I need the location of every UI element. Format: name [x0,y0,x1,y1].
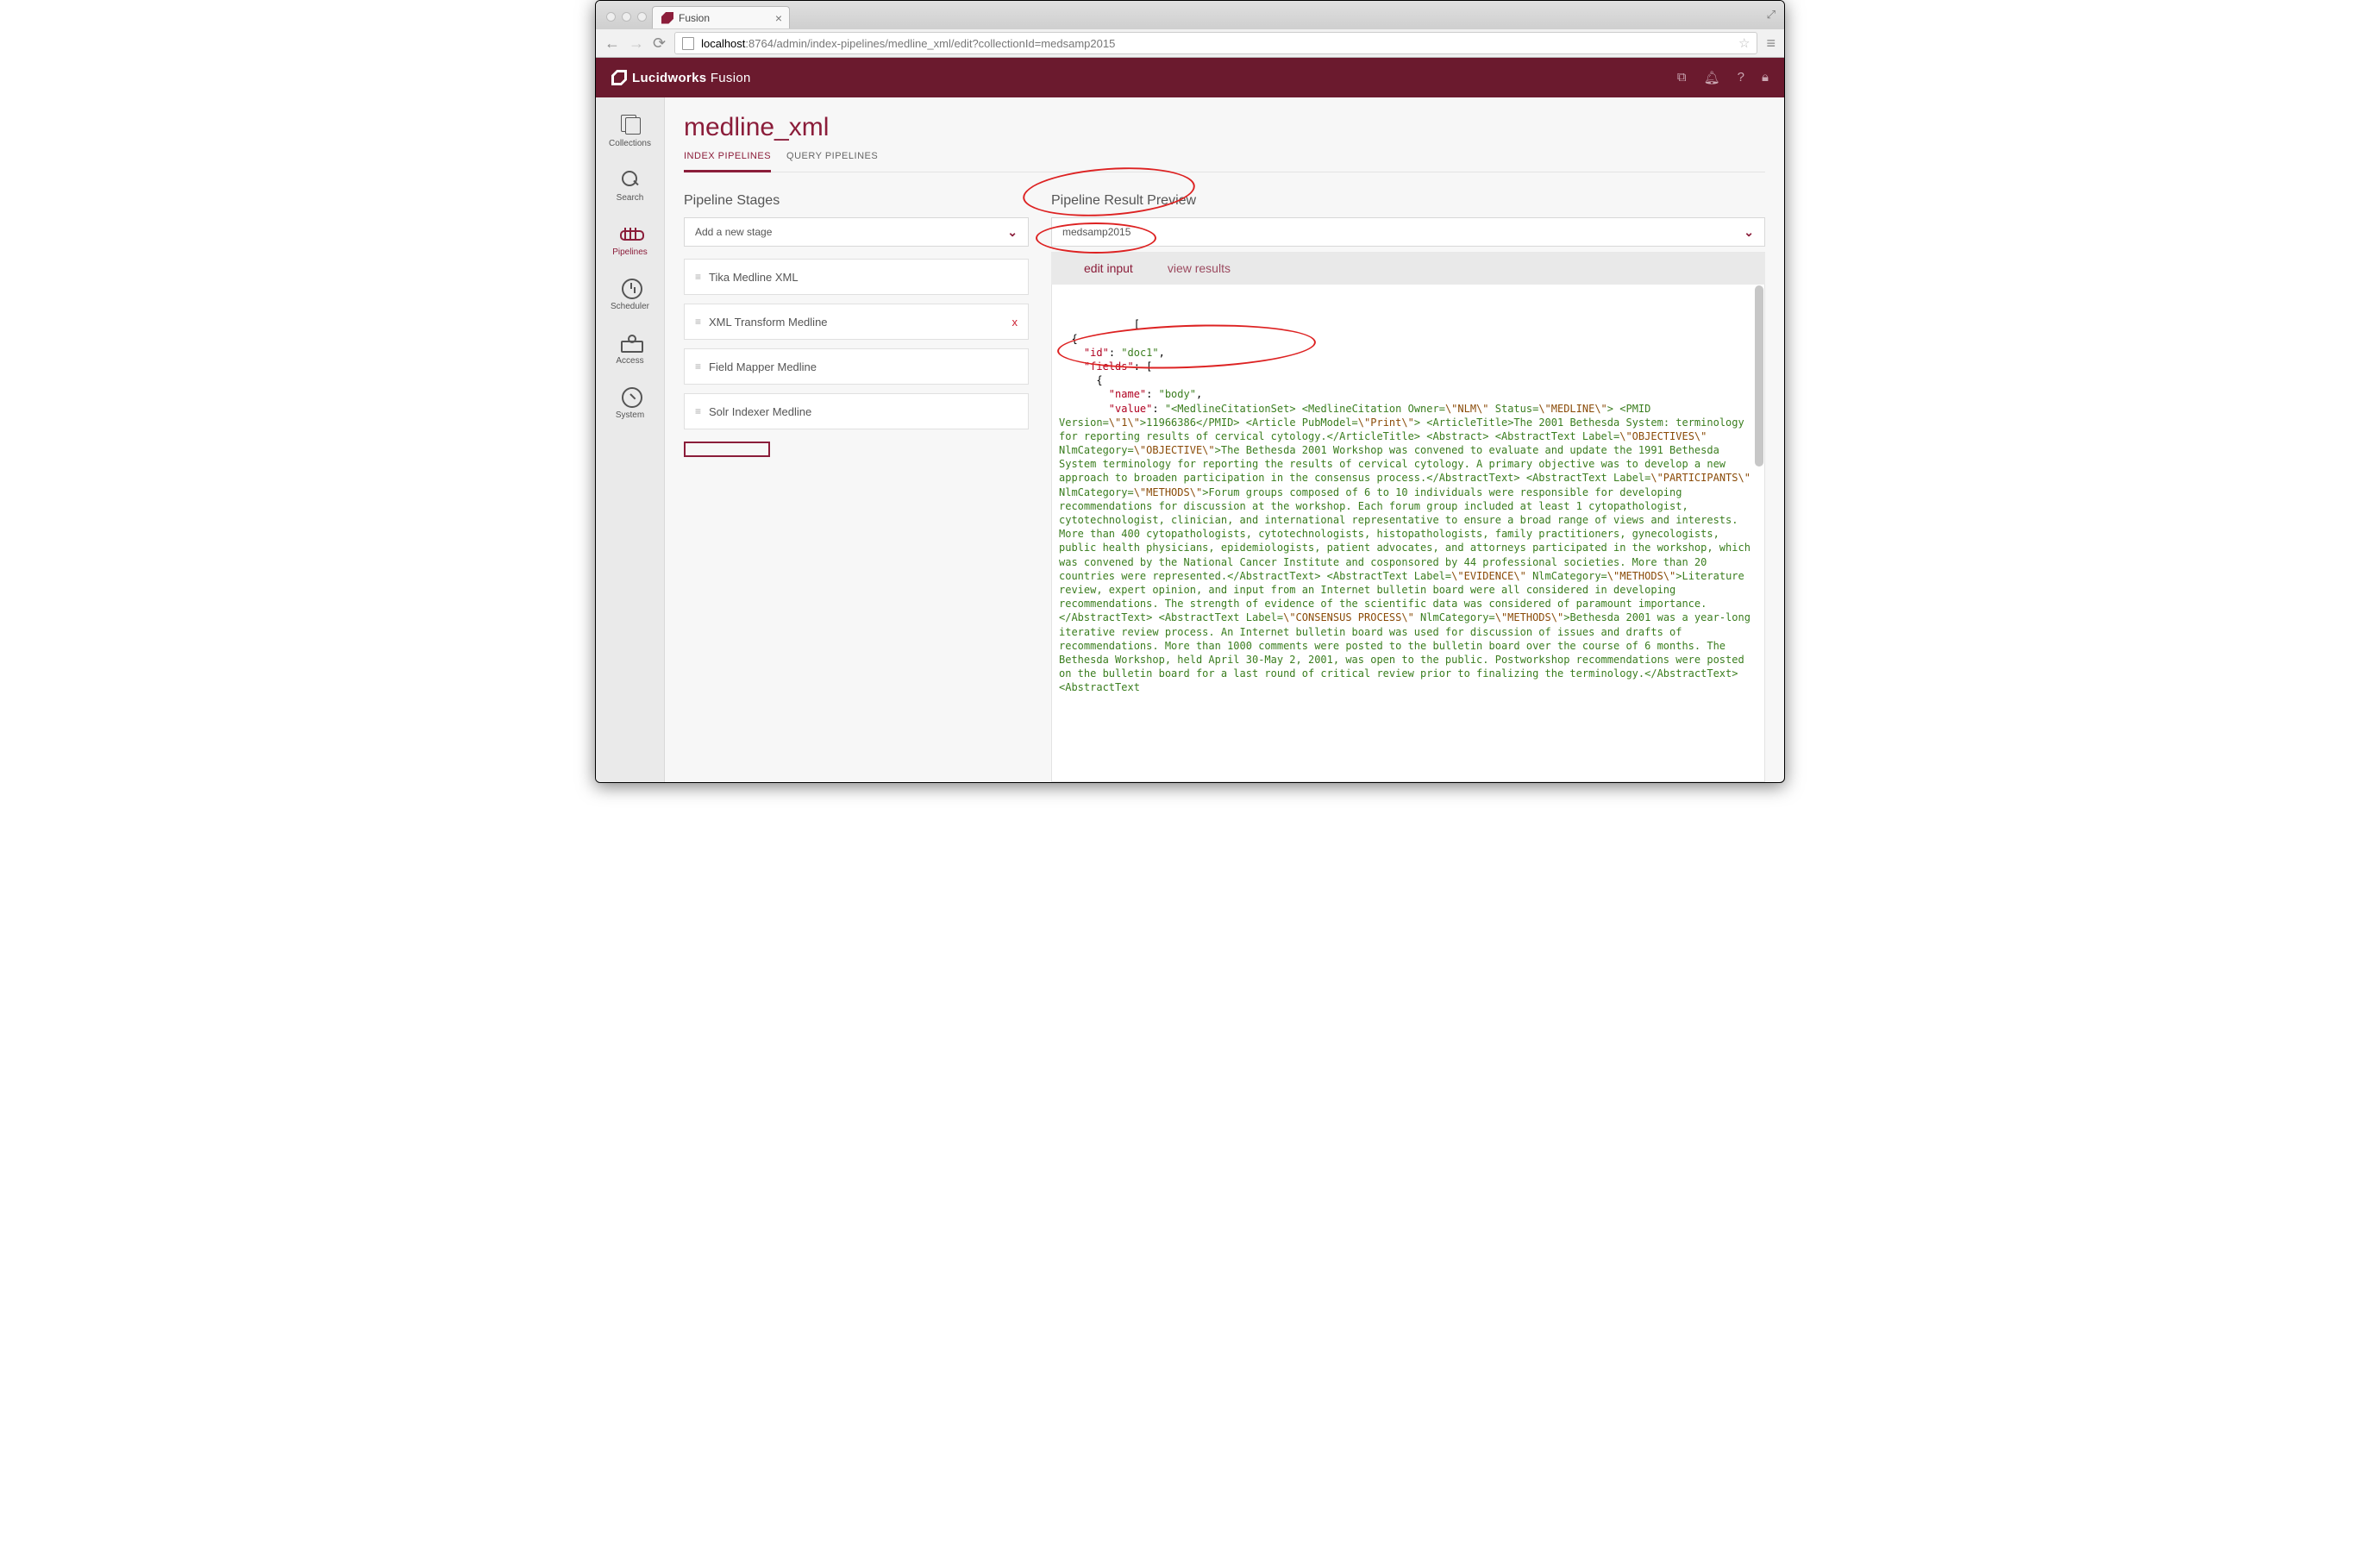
stage-item[interactable]: ≡ Solr Indexer Medline [684,393,1029,429]
app-topbar: Lucidworks Fusion ⧉ 🔔︎ ? 🔒︎ [596,58,1784,97]
sidebar-item-pipelines[interactable]: Pipelines [596,215,664,264]
search-icon [618,169,642,190]
brand[interactable]: Lucidworks Fusion [611,70,751,85]
address-bar[interactable]: localhost:8764/admin/index-pipelines/med… [674,32,1757,54]
page-icon [682,37,694,50]
preview-column: Pipeline Result Preview medsamp2015 ⌄ ed… [1051,193,1765,782]
help-icon[interactable]: ? [1738,70,1744,85]
scheduler-icon [618,278,642,298]
sidebar-item-label: System [616,410,644,420]
tab-favicon-icon [661,12,673,24]
stage-label: Solr Indexer Medline [709,405,811,418]
window-zoom-icon[interactable] [637,12,647,22]
drag-handle-icon[interactable]: ≡ [695,271,700,283]
tab-title: Fusion [679,12,710,24]
notifications-icon[interactable]: 🔔︎ [1704,70,1720,85]
save-button-outline[interactable] [684,442,770,457]
lock-icon[interactable]: 🔒︎ [1762,70,1769,85]
access-icon [618,332,642,353]
chevron-down-icon: ⌄ [1744,225,1754,240]
page-title: medline_xml [684,113,1765,142]
stage-remove-icon[interactable]: x [1012,316,1018,329]
drag-handle-icon[interactable]: ≡ [695,316,700,328]
add-stage-dropdown[interactable]: Add a new stage ⌄ [684,217,1029,247]
columns: Pipeline Stages Add a new stage ⌄ ≡ Tika… [684,193,1765,782]
drag-handle-icon[interactable]: ≡ [695,405,700,417]
preview-heading: Pipeline Result Preview [1051,193,1765,209]
sidebar-item-label: Search [617,193,644,203]
stage-item[interactable]: ≡ Field Mapper Medline [684,348,1029,385]
browser-tabstrip: Fusion × ⤢ [596,1,1784,28]
add-stage-label: Add a new stage [695,226,772,238]
nav-back-icon[interactable]: ← [604,34,620,53]
pipeline-stages-column: Pipeline Stages Add a new stage ⌄ ≡ Tika… [684,193,1029,782]
app-root: Lucidworks Fusion ⧉ 🔔︎ ? 🔒︎ Collections … [596,58,1784,782]
json-input-editor[interactable]: [ { "id": "doc1", "fields": [ { "name": … [1051,285,1765,782]
nav-forward-icon: → [629,34,644,53]
sidebar-item-scheduler[interactable]: Scheduler [596,269,664,318]
nav-reload-icon[interactable]: ⟳ [653,34,666,53]
browser-toolbar: ← → ⟳ localhost:8764/admin/index-pipelin… [596,28,1784,58]
window-controls [603,12,652,28]
collections-icon [618,115,642,135]
pipelines-icon [618,223,642,244]
preview-tabs: edit input view results [1051,252,1765,285]
sidebar-item-search[interactable]: Search [596,160,664,210]
url-path: :8764/admin/index-pipelines/medline_xml/… [745,37,1115,50]
url-host: localhost [701,37,745,50]
page-tabs: INDEX PIPELINES QUERY PIPELINES [684,151,1765,172]
preview-tab-view-results[interactable]: view results [1168,261,1231,275]
sidebar-item-collections[interactable]: Collections [596,106,664,155]
stage-list: ≡ Tika Medline XML ≡ XML Transform Medli… [684,259,1029,429]
main-content: medline_xml INDEX PIPELINES QUERY PIPELI… [665,97,1784,782]
drag-handle-icon[interactable]: ≡ [695,360,700,373]
stage-label: Field Mapper Medline [709,360,817,373]
window-minimize-icon[interactable] [622,12,631,22]
stage-label: Tika Medline XML [709,271,799,284]
collection-dropdown[interactable]: medsamp2015 ⌄ [1051,217,1765,247]
sidebar-item-label: Scheduler [611,302,649,311]
system-icon [618,386,642,407]
browser-window: Fusion × ⤢ ← → ⟳ localhost:8764/admin/in… [595,0,1785,783]
sidebar: Collections Search Pipelines Scheduler A… [596,97,665,782]
tab-close-icon[interactable]: × [775,11,782,25]
tab-index-pipelines[interactable]: INDEX PIPELINES [684,151,771,172]
tab-fullscreen-icon[interactable]: ⤢ [1767,8,1776,22]
browser-menu-icon[interactable]: ≡ [1766,34,1776,53]
topbar-actions: ⧉ 🔔︎ ? 🔒︎ [1677,70,1769,85]
stage-item[interactable]: ≡ Tika Medline XML [684,259,1029,295]
preview-tab-edit-input[interactable]: edit input [1084,261,1133,275]
stage-label: XML Transform Medline [709,316,828,329]
chevron-down-icon: ⌄ [1007,225,1018,240]
brand-name: Lucidworks Fusion [632,71,751,85]
sidebar-item-access[interactable]: Access [596,323,664,373]
sidebar-item-label: Pipelines [612,247,648,257]
tab-query-pipelines[interactable]: QUERY PIPELINES [786,151,878,172]
brand-logo-icon [611,70,627,85]
browser-tab[interactable]: Fusion × [652,6,790,28]
window-close-icon[interactable] [606,12,616,22]
bookmark-star-icon[interactable]: ☆ [1738,35,1750,51]
scrollbar[interactable] [1755,285,1763,467]
app-body: Collections Search Pipelines Scheduler A… [596,97,1784,782]
pipeline-stages-heading: Pipeline Stages [684,193,1029,209]
status-icon[interactable]: ⧉ [1677,70,1687,85]
sidebar-item-label: Access [616,356,643,366]
collection-selected: medsamp2015 [1062,226,1130,238]
sidebar-item-label: Collections [609,139,651,148]
stage-item[interactable]: ≡ XML Transform Medline x [684,304,1029,340]
sidebar-item-system[interactable]: System [596,378,664,427]
